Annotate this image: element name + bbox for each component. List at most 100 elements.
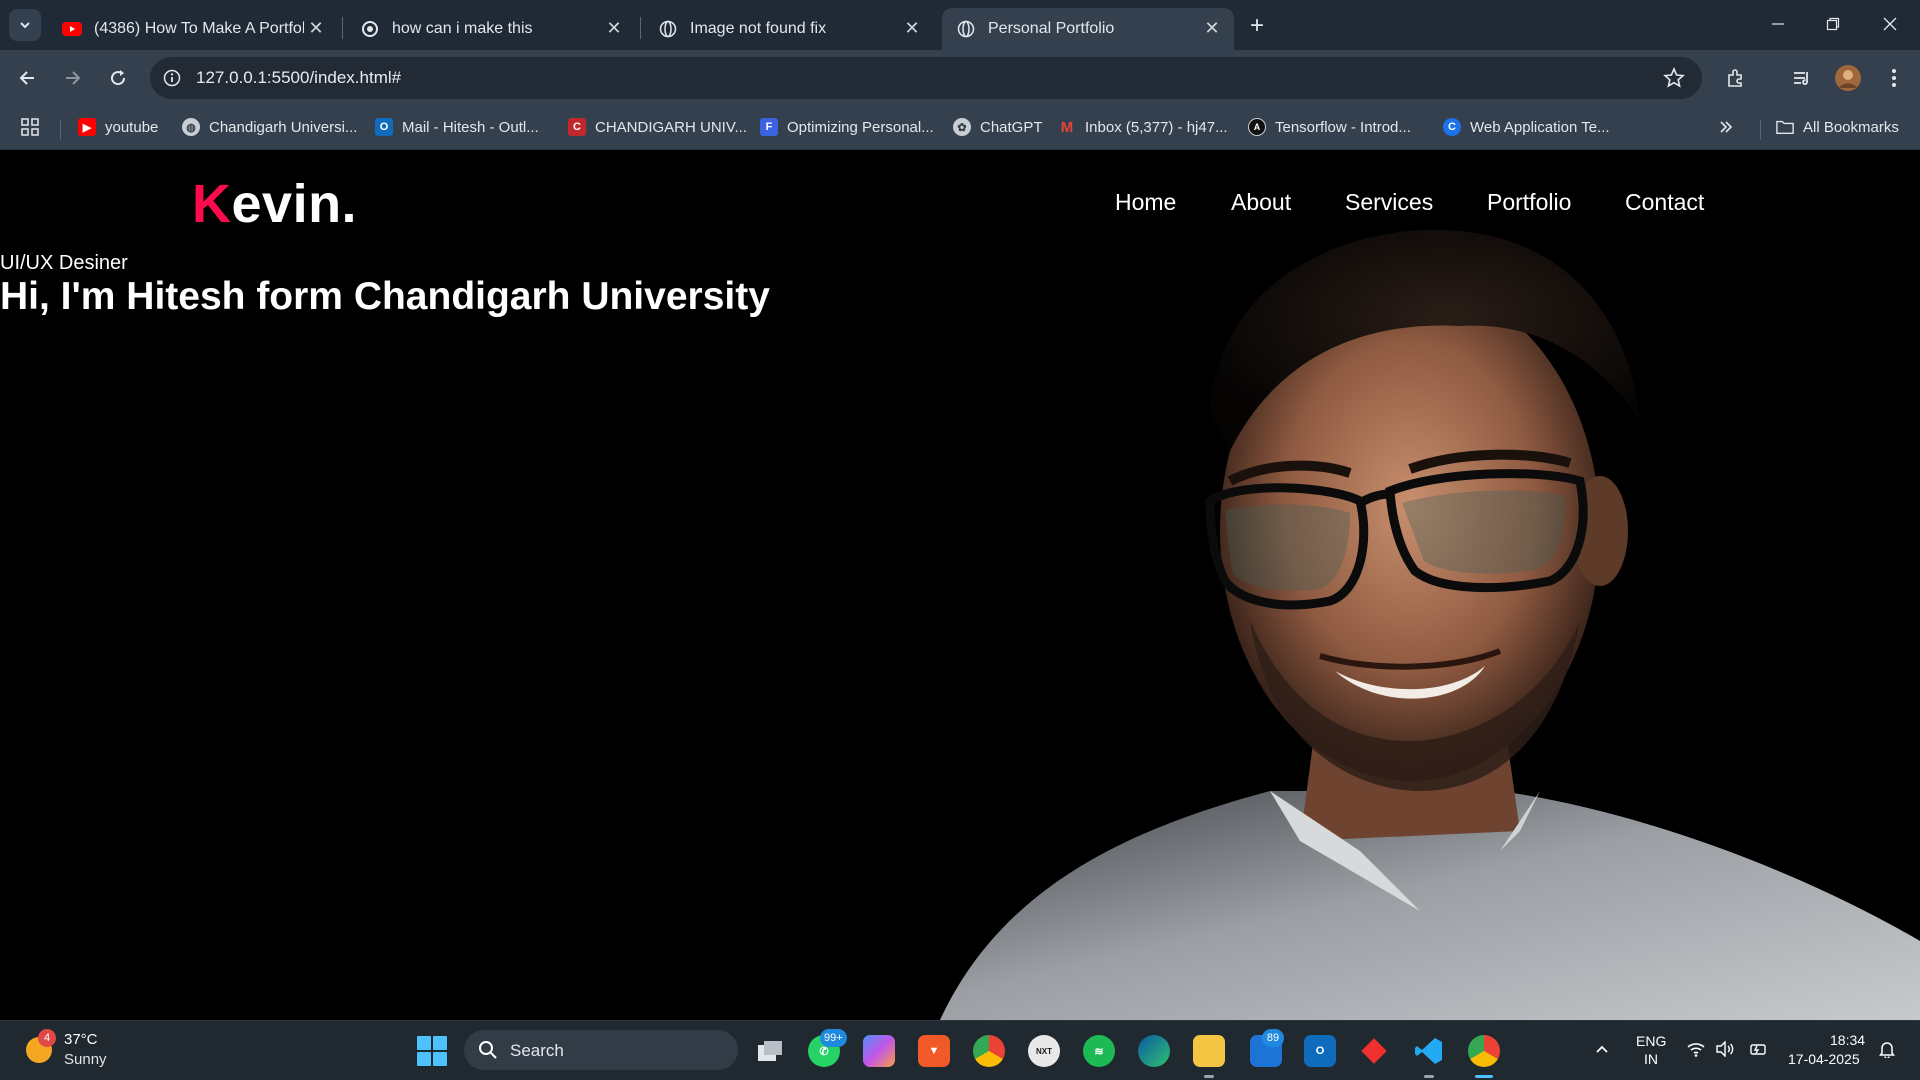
tab-title: (4386) How To Make A Portfolio xyxy=(94,20,304,37)
clock-time[interactable]: 18:34 xyxy=(1830,1032,1865,1048)
clock-date[interactable]: 17-04-2025 xyxy=(1788,1051,1860,1067)
forward-button[interactable] xyxy=(56,62,88,94)
apps-grid-icon[interactable] xyxy=(20,114,40,140)
bookmark-tensorflow[interactable]: A Tensorflow - Introd... xyxy=(1248,114,1411,140)
close-tab-icon[interactable]: ✕ xyxy=(306,18,326,38)
bookmark-gmail[interactable]: M Inbox (5,377) - hj47... xyxy=(1058,114,1228,140)
bookmark-label: youtube xyxy=(105,118,159,136)
tab-title: Image not found fix xyxy=(690,20,827,37)
profile-avatar[interactable] xyxy=(1834,64,1862,92)
nav-about[interactable]: About xyxy=(1231,189,1291,216)
bookmark-web-application[interactable]: C Web Application Te... xyxy=(1443,114,1610,140)
edge-icon[interactable] xyxy=(1138,1035,1170,1067)
site-info-icon[interactable] xyxy=(158,64,186,92)
windows-start-icon[interactable] xyxy=(417,1036,447,1066)
chrome-icon[interactable] xyxy=(973,1035,1005,1067)
nav-services[interactable]: Services xyxy=(1345,189,1433,216)
bookmark-label: Tensorflow - Introd... xyxy=(1275,118,1411,136)
search-icon xyxy=(479,1041,497,1059)
nav-contact[interactable]: Contact xyxy=(1625,189,1704,216)
minimize-button[interactable] xyxy=(1760,10,1796,38)
bookmarks-divider xyxy=(1760,120,1761,140)
reload-icon xyxy=(111,70,126,86)
site-logo[interactable]: Kevin. xyxy=(192,173,357,235)
bookmark-label: Optimizing Personal... xyxy=(787,118,934,136)
hero-subtitle: UI/UX Desiner xyxy=(0,252,128,274)
cu-icon: C xyxy=(568,118,586,136)
close-icon xyxy=(1883,17,1897,31)
brave-icon[interactable]: ▼ xyxy=(918,1035,950,1067)
bookmark-star-icon[interactable] xyxy=(1662,66,1686,90)
close-tab-icon[interactable]: ✕ xyxy=(902,18,922,38)
tab-strip: (4386) How To Make A Portfolio ✕ how can… xyxy=(0,0,1920,50)
url-text[interactable]: 127.0.0.1:5500/index.html# xyxy=(196,68,401,88)
bookmark-chatgpt[interactable]: ✿ ChatGPT xyxy=(953,114,1043,140)
all-bookmarks-button[interactable]: All Bookmarks xyxy=(1776,114,1899,140)
nav-home[interactable]: Home xyxy=(1115,189,1176,216)
globe-icon xyxy=(658,19,678,39)
copilot-icon[interactable] xyxy=(863,1035,895,1067)
arrow-right-icon xyxy=(66,71,81,85)
input-region[interactable]: IN xyxy=(1644,1051,1658,1067)
volume-icon[interactable] xyxy=(1713,1037,1737,1061)
bookmark-forms[interactable]: F Optimizing Personal... xyxy=(760,114,934,140)
tab-chatgpt[interactable]: how can i make this ✕ xyxy=(346,8,636,50)
tab-personal-portfolio[interactable]: Personal Portfolio ✕ xyxy=(942,8,1234,50)
extensions-icon[interactable] xyxy=(1722,64,1750,92)
close-tab-icon[interactable]: ✕ xyxy=(604,18,624,38)
windows-taskbar: 4 37°C Sunny Search ✆ 99+ ▼ NXT ≋ 89 O E… xyxy=(0,1020,1920,1080)
bookmark-label: Mail - Hitesh - Outl... xyxy=(402,118,539,136)
task-view-icon[interactable] xyxy=(754,1035,786,1067)
nxtwave-icon[interactable]: NXT xyxy=(1028,1035,1060,1067)
outlook-icon[interactable]: O xyxy=(1304,1035,1336,1067)
globe-icon: ◍ xyxy=(182,118,200,136)
folder-icon xyxy=(1776,118,1794,136)
close-window-button[interactable] xyxy=(1872,10,1908,38)
kebab-menu-icon[interactable] xyxy=(1880,64,1908,92)
openai-icon: ✿ xyxy=(953,118,971,136)
hero-title: Hi, I'm Hitesh form Chandigarh Universit… xyxy=(0,275,770,318)
close-tab-icon[interactable]: ✕ xyxy=(1202,18,1222,38)
new-tab-button[interactable]: + xyxy=(1243,12,1271,40)
reload-button[interactable] xyxy=(102,62,134,94)
outlook-icon: O xyxy=(375,118,393,136)
gmail-icon: M xyxy=(1060,118,1074,136)
bookmark-outlook-mail[interactable]: O Mail - Hitesh - Outl... xyxy=(375,114,539,140)
spotify-icon[interactable]: ≋ xyxy=(1083,1035,1115,1067)
bookmark-cu-portal[interactable]: C CHANDIGARH UNIV... xyxy=(568,114,747,140)
battery-icon[interactable] xyxy=(1746,1037,1770,1061)
address-bar[interactable]: 127.0.0.1:5500/index.html# xyxy=(150,57,1702,99)
tab-divider xyxy=(640,17,641,39)
weather-badge: 4 xyxy=(38,1029,56,1047)
bookmark-label: ChatGPT xyxy=(980,118,1043,136)
tab-youtube[interactable]: (4386) How To Make A Portfolio ✕ xyxy=(48,8,338,50)
bookmarks-bar: ▶ youtube ◍ Chandigarh Universi... O Mai… xyxy=(0,106,1920,150)
tab-image-not-found[interactable]: Image not found fix ✕ xyxy=(644,8,934,50)
bookmark-youtube[interactable]: ▶ youtube xyxy=(78,114,158,140)
running-indicator xyxy=(1204,1075,1214,1078)
git-icon[interactable] xyxy=(1358,1035,1390,1067)
back-button[interactable] xyxy=(12,62,44,94)
media-controls-icon[interactable] xyxy=(1788,64,1816,92)
tab-search-button[interactable] xyxy=(9,9,41,41)
chevron-up-icon[interactable] xyxy=(1590,1037,1614,1061)
input-language[interactable]: ENG xyxy=(1636,1033,1666,1049)
arrow-left-icon xyxy=(19,71,34,85)
active-indicator xyxy=(1475,1075,1493,1078)
taskbar-search[interactable]: Search xyxy=(464,1030,738,1070)
tab-divider xyxy=(342,17,343,39)
tab-title: Personal Portfolio xyxy=(988,20,1115,37)
more-bookmarks-icon[interactable] xyxy=(1718,114,1734,140)
logo-text: evin. xyxy=(231,174,358,234)
youtube-icon xyxy=(62,19,82,39)
bookmark-chandigarh-university[interactable]: ◍ Chandigarh Universi... xyxy=(182,114,357,140)
weather-temperature: 37°C xyxy=(64,1031,98,1048)
restore-button[interactable] xyxy=(1815,10,1851,38)
restore-icon xyxy=(1826,17,1840,31)
nav-portfolio[interactable]: Portfolio xyxy=(1487,189,1571,216)
file-explorer-icon[interactable] xyxy=(1193,1035,1225,1067)
chrome-profile-icon[interactable] xyxy=(1468,1035,1500,1067)
vscode-icon[interactable] xyxy=(1413,1035,1445,1067)
wifi-icon[interactable] xyxy=(1684,1037,1708,1061)
notifications-icon[interactable] xyxy=(1875,1037,1899,1061)
